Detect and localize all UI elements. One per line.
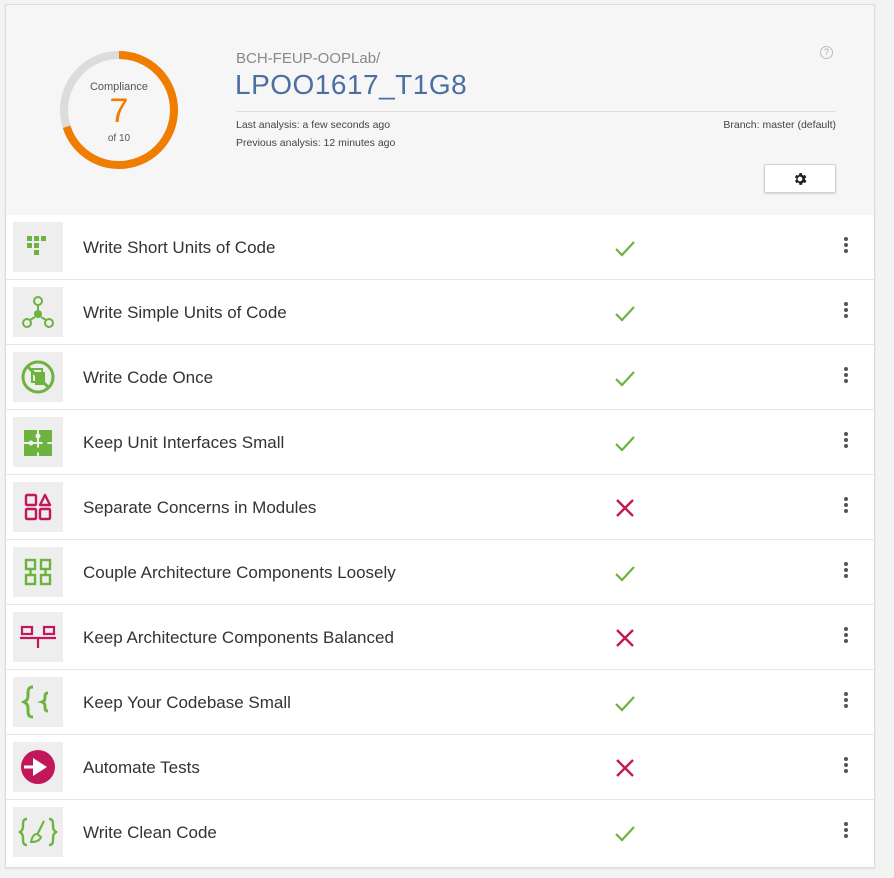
guideline-row[interactable]: Keep Unit Interfaces Small [6, 410, 874, 475]
previous-analysis: Previous analysis: 12 minutes ago [236, 137, 396, 149]
compliance-value: 7 [109, 92, 129, 130]
braces-icon [13, 677, 63, 727]
project-title: LPOO1617_T1G8 [235, 69, 468, 100]
compliance-score: Compliance 7 of 10 [58, 49, 180, 171]
guideline-label: Write Clean Code [83, 823, 217, 842]
more-options-icon[interactable] [840, 495, 852, 521]
check-icon [615, 696, 635, 712]
more-options-icon[interactable] [840, 560, 852, 586]
code-once-icon [13, 352, 63, 402]
cross-icon [616, 629, 634, 647]
check-icon [615, 436, 635, 452]
project-header: Compliance 7 of 10 BCH-FEUP-OOPLab/ LPOO… [6, 5, 874, 216]
guideline-label: Keep Unit Interfaces Small [83, 433, 285, 452]
compliance-total: of 10 [107, 133, 131, 144]
guideline-label: Write Code Once [83, 368, 214, 387]
header-divider [236, 111, 836, 112]
balanced-icon [13, 612, 63, 662]
short-units-icon [13, 222, 63, 272]
guideline-label: Keep Architecture Components Balanced [83, 628, 394, 647]
gear-icon [794, 172, 807, 185]
guideline-row[interactable]: Separate Concerns in Modules [6, 475, 874, 540]
organization-name[interactable]: BCH-FEUP-OOPLab/ [236, 50, 380, 67]
guideline-label: Separate Concerns in Modules [83, 498, 317, 517]
guideline-row[interactable]: Write Code Once [6, 345, 874, 410]
guideline-row[interactable]: Automate Tests [6, 735, 874, 800]
more-options-icon[interactable] [840, 690, 852, 716]
more-options-icon[interactable] [840, 300, 852, 326]
clean-code-icon [13, 807, 63, 857]
play-icon [13, 742, 63, 792]
guideline-label: Write Short Units of Code [83, 238, 276, 257]
more-options-icon[interactable] [840, 235, 852, 261]
guideline-label: Write Simple Units of Code [83, 303, 287, 322]
modules-icon [13, 482, 63, 532]
components-icon [13, 547, 63, 597]
more-options-icon[interactable] [840, 820, 852, 846]
check-icon [615, 566, 635, 582]
guideline-row[interactable]: Write Simple Units of Code [6, 280, 874, 345]
guideline-row[interactable]: Keep Your Codebase Small [6, 670, 874, 735]
guideline-label: Couple Architecture Components Loosely [83, 563, 396, 582]
guideline-label: Automate Tests [83, 758, 200, 777]
more-options-icon[interactable] [840, 625, 852, 651]
simple-units-icon [13, 287, 63, 337]
puzzle-icon [13, 417, 63, 467]
check-icon [615, 241, 635, 257]
guideline-row[interactable]: Write Short Units of Code [6, 215, 874, 280]
more-options-icon[interactable] [840, 365, 852, 391]
branch-info: Branch: master (default) [723, 119, 836, 131]
project-card: Compliance 7 of 10 BCH-FEUP-OOPLab/ LPOO… [5, 4, 875, 868]
help-circle-icon[interactable]: ? [820, 46, 833, 59]
check-icon [615, 306, 635, 322]
last-analysis: Last analysis: a few seconds ago [236, 119, 391, 131]
cross-icon [616, 499, 634, 517]
cross-icon [616, 759, 634, 777]
check-icon [615, 371, 635, 387]
check-icon [615, 826, 635, 842]
more-options-icon[interactable] [840, 430, 852, 456]
guideline-label: Keep Your Codebase Small [83, 693, 291, 712]
guideline-row[interactable]: Keep Architecture Components Balanced [6, 605, 874, 670]
settings-button[interactable] [764, 164, 836, 193]
guideline-row[interactable]: Write Clean Code [6, 800, 874, 864]
guideline-list: Write Short Units of Code Write Simple U… [6, 215, 874, 864]
guideline-row[interactable]: Couple Architecture Components Loosely [6, 540, 874, 605]
more-options-icon[interactable] [840, 755, 852, 781]
